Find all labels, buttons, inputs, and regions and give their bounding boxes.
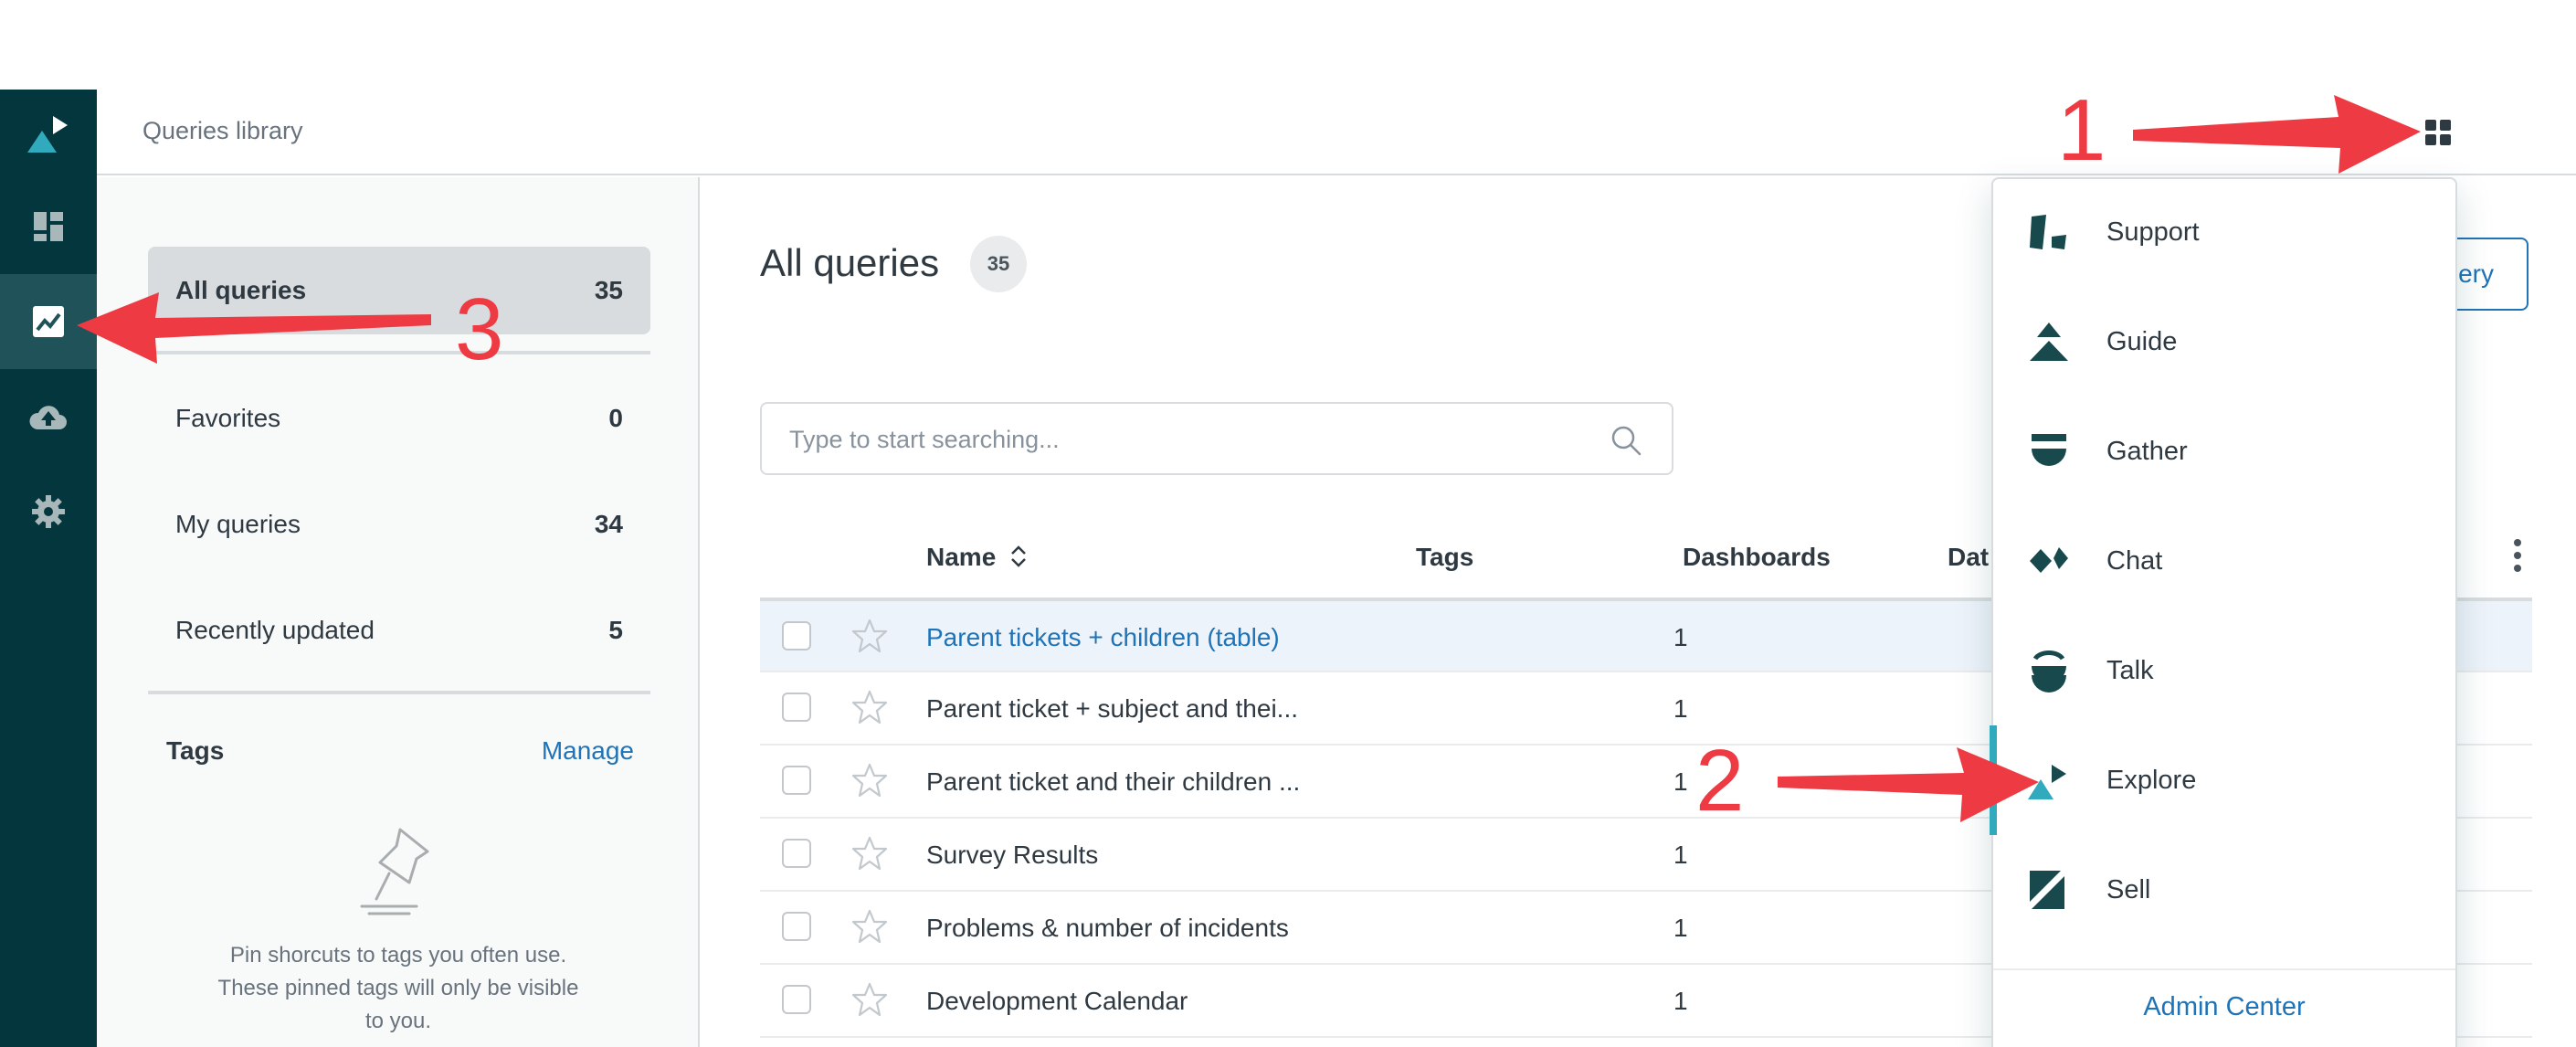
row-checkbox[interactable] bbox=[782, 985, 811, 1014]
sidebar-divider bbox=[148, 351, 650, 354]
queries-sidebar: All queries 35 Favorites 0 My queries 34… bbox=[97, 177, 700, 1047]
pushpin-icon bbox=[353, 822, 444, 923]
column-label: Name bbox=[926, 543, 997, 571]
menu-item-sell[interactable]: Sell bbox=[1993, 835, 2455, 945]
manage-tags-link[interactable]: Manage bbox=[542, 736, 634, 766]
sidebar-item-label: My queries bbox=[175, 510, 301, 538]
menu-item-chat[interactable]: Chat bbox=[1993, 506, 2455, 616]
sidebar-item-label: Recently updated bbox=[175, 616, 375, 644]
menu-item-gather[interactable]: Gather bbox=[1993, 397, 2455, 506]
sidebar-item-all-queries[interactable]: All queries 35 bbox=[148, 247, 650, 334]
search-box bbox=[760, 402, 1673, 475]
sidebar-item-count: 35 bbox=[594, 276, 623, 304]
dashboards-count: 1 bbox=[1673, 914, 1688, 942]
explore-icon bbox=[2028, 765, 2066, 799]
talk-icon bbox=[2032, 650, 2066, 693]
menu-item-label: Support bbox=[2106, 217, 2200, 247]
chat-icon bbox=[2030, 547, 2068, 573]
guide-icon bbox=[2030, 323, 2068, 361]
sidebar-item-favorites[interactable]: Favorites 0 bbox=[148, 375, 650, 462]
support-icon bbox=[2030, 215, 2066, 249]
sort-icon[interactable] bbox=[1008, 544, 1029, 569]
menu-item-label: Explore bbox=[2106, 765, 2197, 795]
row-checkbox[interactable] bbox=[782, 839, 811, 868]
row-checkbox[interactable] bbox=[782, 693, 811, 722]
search-input[interactable] bbox=[789, 420, 1575, 459]
menu-item-guide[interactable]: Guide bbox=[1993, 287, 2455, 397]
menu-item-explore[interactable]: Explore bbox=[1990, 725, 2455, 835]
row-checkbox[interactable] bbox=[782, 912, 811, 941]
tags-section-header: Tags Manage bbox=[166, 736, 634, 766]
annotation-number-3: 3 bbox=[455, 280, 504, 378]
tags-title: Tags bbox=[166, 736, 225, 765]
gather-icon bbox=[2032, 434, 2066, 466]
page-header-title: Queries library bbox=[143, 117, 303, 144]
query-name[interactable]: Development Calendar bbox=[926, 987, 1188, 1016]
sidebar-item-label: All queries bbox=[175, 276, 307, 304]
query-count-badge: 35 bbox=[970, 236, 1027, 292]
sidebar-item-recently-updated[interactable]: Recently updated 5 bbox=[148, 587, 650, 674]
page-title: All queries bbox=[760, 241, 940, 284]
column-header-dataset[interactable]: Dat bbox=[1948, 543, 1989, 572]
column-header-dashboards[interactable]: Dashboards bbox=[1683, 543, 1831, 572]
favorite-star-icon[interactable] bbox=[851, 835, 888, 872]
menu-item-talk[interactable]: Talk bbox=[1993, 616, 2455, 725]
menu-item-label: Chat bbox=[2106, 545, 2163, 576]
query-name[interactable]: Parent ticket + subject and thei... bbox=[926, 694, 1298, 724]
favorite-star-icon[interactable] bbox=[851, 908, 888, 945]
menu-item-label: Guide bbox=[2106, 326, 2178, 356]
apps-grid-icon[interactable] bbox=[2415, 110, 2461, 155]
table-options-kebab-icon[interactable] bbox=[2512, 537, 2523, 574]
sidebar-divider bbox=[148, 691, 650, 694]
explore-logo-icon[interactable] bbox=[0, 90, 97, 179]
product-switcher-menu: Support Guide Gather Chat Talk Explore S… bbox=[1990, 177, 2457, 1047]
dashboards-count: 1 bbox=[1673, 841, 1688, 869]
dashboards-nav-icon[interactable] bbox=[0, 179, 97, 274]
sidebar-item-my-queries[interactable]: My queries 34 bbox=[148, 481, 650, 568]
sidebar-item-count: 0 bbox=[608, 404, 623, 432]
menu-item-support[interactable]: Support bbox=[1993, 177, 2455, 287]
sidebar-item-count: 5 bbox=[608, 616, 623, 644]
menu-item-label: Sell bbox=[2106, 874, 2151, 904]
search-icon[interactable] bbox=[1608, 422, 1644, 459]
upload-cloud-icon[interactable] bbox=[0, 369, 97, 464]
favorite-star-icon[interactable] bbox=[851, 689, 888, 725]
favorite-star-icon[interactable] bbox=[851, 618, 888, 654]
dashboards-count: 1 bbox=[1673, 694, 1688, 723]
pinned-tags-help-text: Pin shorcuts to tags you often use. Thes… bbox=[217, 943, 579, 1033]
annotation-number-2: 2 bbox=[1695, 732, 1745, 830]
query-name[interactable]: Parent tickets + children (table) bbox=[926, 623, 1280, 652]
sidebar-item-label: Favorites bbox=[175, 404, 281, 432]
dashboards-count: 1 bbox=[1673, 767, 1688, 796]
query-name[interactable]: Problems & number of incidents bbox=[926, 914, 1289, 943]
top-header: Queries library bbox=[97, 90, 2576, 175]
query-name[interactable]: Survey Results bbox=[926, 841, 1098, 870]
menu-divider bbox=[1993, 968, 2455, 970]
queries-nav-icon[interactable] bbox=[0, 274, 97, 369]
annotation-number-1: 1 bbox=[2057, 81, 2106, 179]
sell-icon bbox=[2030, 871, 2064, 909]
settings-gear-icon[interactable] bbox=[0, 464, 97, 559]
menu-item-label: Talk bbox=[2106, 655, 2154, 685]
dashboards-count: 1 bbox=[1673, 987, 1688, 1015]
row-checkbox[interactable] bbox=[782, 621, 811, 650]
nav-rail bbox=[0, 90, 97, 1047]
column-header-tags: Tags bbox=[1416, 543, 1474, 571]
sidebar-item-count: 34 bbox=[594, 510, 623, 538]
favorite-star-icon[interactable] bbox=[851, 981, 888, 1018]
menu-item-label: Gather bbox=[2106, 436, 2188, 466]
column-header-name[interactable]: Name bbox=[926, 543, 1029, 572]
query-name[interactable]: Parent ticket and their children ... bbox=[926, 767, 1300, 797]
dashboards-count: 1 bbox=[1673, 623, 1688, 651]
admin-center-link[interactable]: Admin Center bbox=[1993, 992, 2455, 1022]
row-checkbox[interactable] bbox=[782, 766, 811, 795]
favorite-star-icon[interactable] bbox=[851, 762, 888, 798]
